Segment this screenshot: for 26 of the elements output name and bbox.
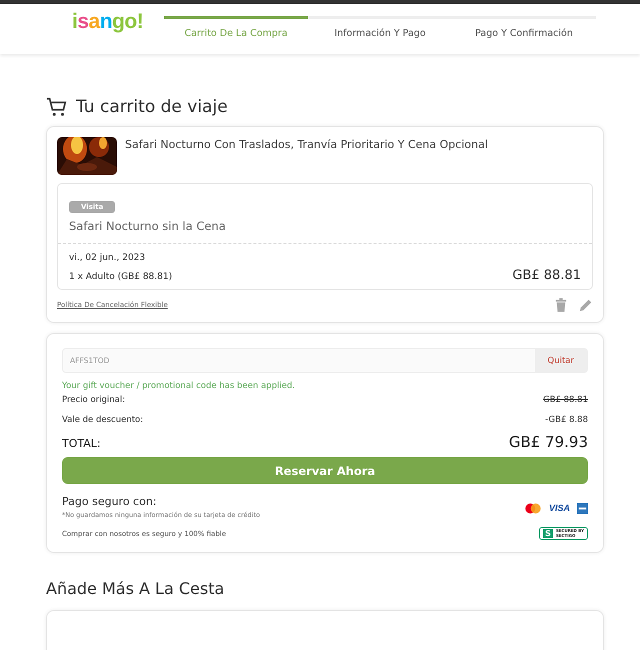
total-label: TOTAL:: [62, 437, 101, 450]
secure-title: Pago seguro con:: [62, 495, 158, 508]
pax-line: 1 x Adulto (GB£ 88.81): [69, 272, 172, 282]
mastercard-icon: [524, 502, 542, 514]
tour-name: Safari Nocturno Con Traslados, Tranvía Prioritario Y Cena Opcional: [125, 138, 488, 151]
delete-icon[interactable]: [555, 298, 567, 312]
price-label: Vale de descuento:: [62, 415, 144, 427]
price-value: -GB£ 8.88: [545, 415, 588, 427]
cart-title: Tu carrito de viaje: [76, 97, 228, 117]
visa-logo: VISA: [548, 503, 570, 513]
total-value: GB£ 79.93: [508, 433, 588, 451]
edit-icon[interactable]: [579, 298, 593, 312]
isango-logo[interactable]: isango!: [72, 10, 164, 34]
book-button[interactable]: Reservar Ahora: [62, 457, 588, 484]
remove-button[interactable]: Quitar: [534, 349, 587, 372]
section-title: Añade Más A La Cesta: [46, 579, 226, 598]
checkout-step[interactable]: Carrito De La Compra: [164, 16, 308, 39]
checkout-step[interactable]: Información Y Pago: [308, 16, 452, 39]
price-value: GB£ 88.81: [543, 395, 588, 407]
cart-icon: [46, 96, 68, 118]
tour-date: vi., 02 jun., 2023: [69, 253, 146, 263]
option-name: Safari Nocturno sin la Cena: [69, 219, 227, 233]
checkout-step[interactable]: Pago Y Confirmación: [452, 16, 596, 39]
applied-message: Your gift voucher / promotional code has been applied.: [62, 381, 296, 391]
item-price: GB£ 88.81: [512, 268, 581, 283]
price-label: Precio original:: [62, 395, 126, 407]
